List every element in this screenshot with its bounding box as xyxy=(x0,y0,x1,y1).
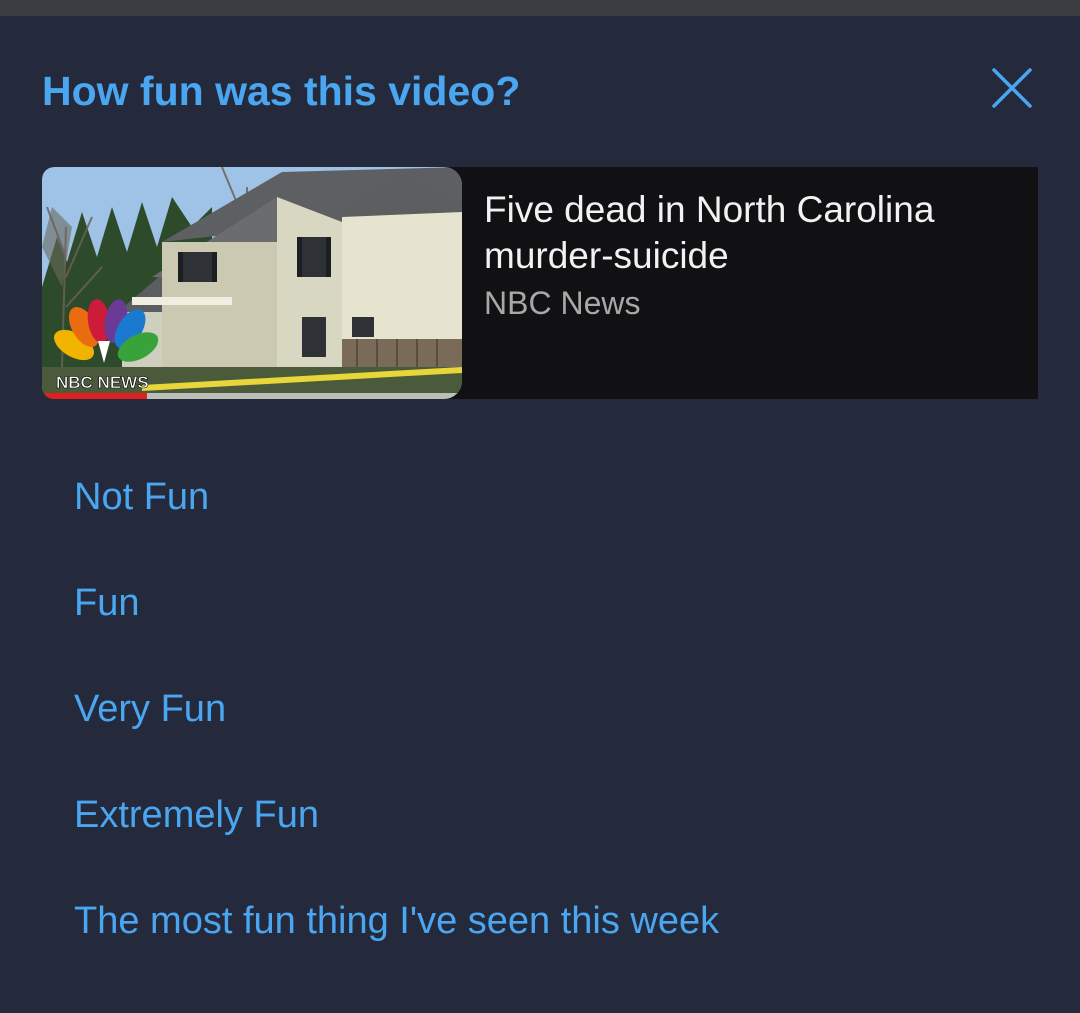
option-very-fun[interactable]: Very Fun xyxy=(74,682,719,788)
option-extremely-fun[interactable]: Extremely Fun xyxy=(74,788,719,894)
option-not-fun[interactable]: Not Fun xyxy=(74,470,719,576)
video-title[interactable]: Five dead in North Carolina murder-suici… xyxy=(484,187,1014,279)
option-fun[interactable]: Fun xyxy=(74,576,719,682)
video-thumbnail[interactable]: NBC NEWS xyxy=(42,167,462,399)
video-channel: NBC News xyxy=(484,285,641,321)
option-most-fun-this-week[interactable]: The most fun thing I've seen this week xyxy=(74,894,719,1000)
thumbnail-logo-text: NBC NEWS xyxy=(56,373,149,392)
status-bar-strip xyxy=(0,0,1080,16)
video-card[interactable]: NBC NEWS Five dead in North Carolina mur… xyxy=(42,167,1038,399)
rating-dialog: How fun was this video? NBC NEWS Five de… xyxy=(0,16,1080,1013)
close-button[interactable] xyxy=(984,60,1040,116)
thumbnail-image: NBC NEWS xyxy=(42,167,462,399)
rating-options-list: Not Fun Fun Very Fun Extremely Fun The m… xyxy=(74,470,719,1000)
dialog-title: How fun was this video? xyxy=(42,68,521,114)
close-icon xyxy=(992,68,1032,108)
